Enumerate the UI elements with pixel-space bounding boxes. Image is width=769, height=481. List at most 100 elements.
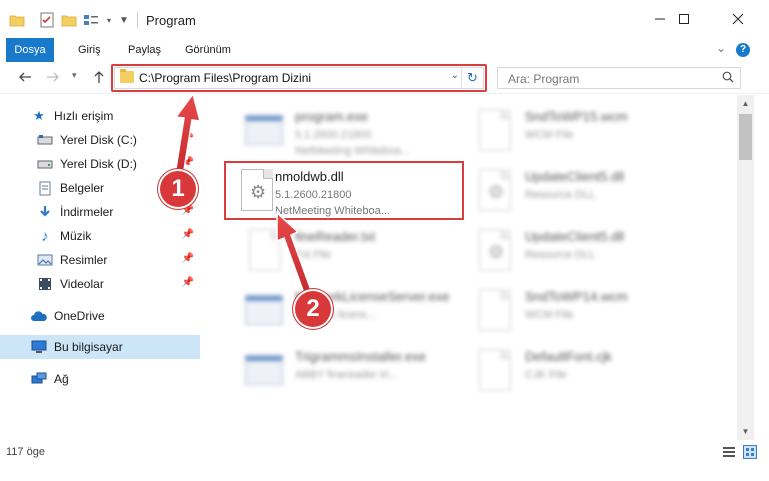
star-icon: ★ bbox=[33, 108, 45, 123]
file-type: CJK File bbox=[525, 369, 567, 381]
document-file-icon bbox=[475, 109, 515, 155]
file-name: TrigrammsInstaller.exe bbox=[295, 349, 426, 364]
ribbon: Dosya Giriş Paylaş Görünüm ⌄ ? bbox=[0, 38, 769, 62]
scroll-up-icon[interactable]: ▲ bbox=[737, 95, 754, 112]
dll-file-icon: ⚙ bbox=[475, 229, 515, 275]
sidebar-item-pictures[interactable]: Resimler 📌 bbox=[0, 248, 200, 272]
sidebar-item-network[interactable]: Ağ bbox=[0, 367, 200, 391]
tab-view[interactable]: Görünüm bbox=[175, 38, 241, 62]
back-arrow-icon[interactable] bbox=[18, 70, 32, 87]
maximize-icon bbox=[679, 14, 689, 24]
help-icon[interactable]: ? bbox=[736, 43, 750, 57]
tab-share[interactable]: Paylaş bbox=[118, 38, 171, 62]
pin-icon[interactable]: 📌 bbox=[182, 253, 194, 264]
file-version: 5.1.2600.21800 bbox=[295, 129, 372, 141]
file-name: DefaultFont.cjk bbox=[525, 349, 612, 364]
customize-toolbar-icon[interactable]: ▼ bbox=[118, 11, 130, 29]
scroll-down-icon[interactable]: ▼ bbox=[737, 423, 754, 440]
file-type: WCM File bbox=[525, 129, 574, 141]
forward-arrow-icon[interactable] bbox=[46, 70, 60, 87]
sidebar-item-label: Ağ bbox=[54, 372, 69, 386]
exe-file-icon bbox=[245, 349, 285, 395]
documents-icon bbox=[36, 180, 54, 196]
step-marker-1: 1 bbox=[160, 171, 196, 207]
item-count: 117 öge bbox=[6, 446, 45, 458]
file-name: SndToWP14.wcm bbox=[525, 289, 628, 304]
sidebar-item-this-pc[interactable]: Bu bilgisayar bbox=[0, 335, 200, 359]
properties-icon[interactable] bbox=[38, 11, 56, 29]
details-view-icon[interactable] bbox=[722, 445, 736, 459]
exe-file-icon bbox=[245, 289, 285, 335]
sidebar-item-label: Yerel Disk (D:) bbox=[60, 157, 137, 171]
pin-icon[interactable]: 📌 bbox=[182, 229, 194, 240]
pin-icon[interactable]: 📌 bbox=[182, 277, 194, 288]
file-item[interactable]: program.exe 5.1.2600.21800 NetMeeting Wh… bbox=[225, 103, 475, 161]
close-icon bbox=[732, 13, 744, 25]
close-button[interactable] bbox=[715, 0, 761, 38]
sidebar-item-label: İndirmeler bbox=[60, 205, 114, 219]
computer-icon bbox=[30, 339, 48, 355]
file-list: program.exe 5.1.2600.21800 NetMeeting Wh… bbox=[205, 95, 737, 440]
expand-ribbon-icon[interactable]: ⌄ bbox=[716, 41, 726, 55]
file-description: ABBY finereader tri... bbox=[295, 369, 399, 381]
file-item[interactable]: TrigrammsInstaller.exe ABBY finereader t… bbox=[225, 343, 475, 401]
quick-access-toolbar: ▾ ▼ bbox=[8, 10, 134, 30]
file-item[interactable]: fineReader.txt Txt File bbox=[225, 223, 475, 281]
tab-home[interactable]: Giriş bbox=[68, 38, 111, 62]
search-icon[interactable] bbox=[722, 71, 734, 86]
file-name: UpdateClient5.dll bbox=[525, 169, 625, 184]
pin-icon[interactable]: 📌 bbox=[182, 205, 194, 216]
pin-icon[interactable]: 📌 bbox=[182, 157, 194, 168]
sidebar-item-videos[interactable]: Videolar 📌 bbox=[0, 272, 200, 296]
navigation-pane: ★ Hızlı erişim Yerel Disk (C:) 📌 Yerel D… bbox=[0, 95, 200, 440]
sidebar-item-label: Resimler bbox=[60, 253, 108, 267]
search-input[interactable]: Ara: Program bbox=[508, 72, 579, 86]
sidebar-item-label: Videolar bbox=[60, 277, 104, 291]
folder-icon[interactable] bbox=[8, 11, 26, 29]
status-bar: 117 öge bbox=[0, 440, 769, 481]
file-item[interactable]: SndToWP15.wcm WCM File bbox=[455, 103, 705, 161]
title-bar: ▾ ▼ Program bbox=[0, 0, 769, 38]
file-item[interactable]: ⚙ UpdateClient5.dll Resource DLL bbox=[455, 223, 705, 281]
sidebar-item-label: Bu bilgisayar bbox=[54, 340, 123, 354]
vertical-scrollbar[interactable]: ▲ ▼ bbox=[737, 95, 754, 440]
sidebar-item-quick-access[interactable]: ★ Hızlı erişim bbox=[0, 104, 200, 128]
step-marker-2: 2 bbox=[295, 291, 331, 327]
sidebar-item-music[interactable]: ♪ Müzik 📌 bbox=[0, 224, 200, 248]
file-type: Resource DLL bbox=[525, 189, 596, 201]
maximize-button[interactable] bbox=[661, 0, 707, 38]
search-box[interactable]: Ara: Program bbox=[497, 67, 741, 89]
window-title: Program bbox=[146, 13, 196, 28]
chevron-down-icon[interactable]: ▾ bbox=[104, 11, 114, 29]
sidebar-item-label: Yerel Disk (C:) bbox=[60, 133, 137, 147]
pin-icon[interactable]: 📌 bbox=[182, 133, 194, 144]
sidebar-item-onedrive[interactable]: OneDrive bbox=[0, 304, 200, 328]
view-options-icon[interactable] bbox=[82, 11, 100, 29]
exe-file-icon bbox=[245, 109, 285, 155]
tab-file[interactable]: Dosya bbox=[6, 38, 54, 62]
sidebar-item-local-disk-c[interactable]: Yerel Disk (C:) 📌 bbox=[0, 128, 200, 152]
file-item[interactable]: ⚙ UpdateClient5.dll Resource DLL bbox=[455, 163, 705, 221]
file-highlight-box bbox=[224, 161, 464, 220]
file-type: Txt File bbox=[295, 249, 332, 261]
large-icons-view-icon[interactable] bbox=[743, 445, 757, 459]
file-name: program.exe bbox=[295, 109, 368, 124]
file-item[interactable]: DefaultFont.cjk CJK File bbox=[455, 343, 705, 401]
file-name: UpdateClient5.dll bbox=[525, 229, 625, 244]
up-arrow-icon[interactable] bbox=[92, 70, 106, 87]
download-icon bbox=[36, 204, 54, 220]
music-icon: ♪ bbox=[41, 227, 49, 245]
file-item[interactable]: NetworkLicenseServer.exe Network licens.… bbox=[225, 283, 475, 341]
file-item[interactable]: SndToWP14.wcm WCM File bbox=[455, 283, 705, 341]
document-file-icon bbox=[475, 289, 515, 335]
dll-file-icon: ⚙ bbox=[475, 169, 515, 215]
file-description: NetMeeting Whiteboa... bbox=[295, 145, 410, 157]
drive-icon bbox=[36, 156, 54, 172]
scrollbar-thumb[interactable] bbox=[739, 114, 752, 160]
new-folder-icon[interactable] bbox=[60, 11, 78, 29]
address-highlight-box bbox=[111, 64, 487, 92]
sidebar-item-label: Hızlı erişim bbox=[54, 109, 114, 123]
file-name: fineReader.txt bbox=[295, 229, 376, 244]
sidebar-item-label: Belgeler bbox=[60, 181, 105, 195]
recent-locations-icon[interactable]: ▾ bbox=[72, 70, 77, 81]
